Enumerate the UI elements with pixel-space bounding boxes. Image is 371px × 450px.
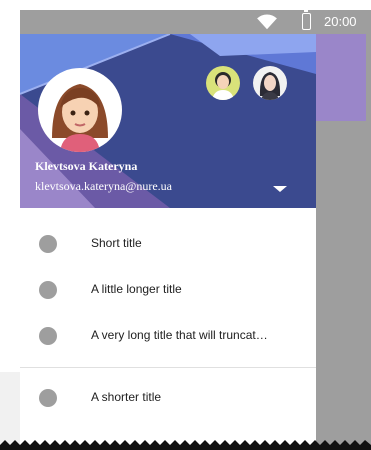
menu-item-short-title[interactable]: Short title	[20, 221, 316, 267]
circle-icon	[39, 281, 57, 299]
background-panel	[315, 34, 366, 121]
circle-icon	[39, 327, 57, 345]
user-email: klevtsova.kateryna@nure.ua	[35, 179, 172, 193]
menu-item-very-long-title[interactable]: A very long title that will truncat…	[20, 313, 316, 359]
user-name: Klevtsova Kateryna	[35, 159, 138, 173]
menu-divider	[20, 367, 316, 368]
account-avatar-1[interactable]	[206, 66, 240, 100]
circle-icon	[39, 235, 57, 253]
account-avatar-2[interactable]	[253, 66, 287, 100]
status-bar: 20:00	[20, 10, 371, 34]
left-margin	[0, 372, 20, 450]
navigation-drawer: Klevtsova Kateryna klevtsova.kateryna@nu…	[20, 34, 316, 450]
menu-item-label: A little longer title	[91, 282, 182, 296]
wifi-icon	[257, 14, 277, 30]
menu-item-label: Short title	[91, 236, 142, 250]
menu-item-little-longer-title[interactable]: A little longer title	[20, 267, 316, 313]
circle-icon	[39, 389, 57, 407]
drawer-header: Klevtsova Kateryna klevtsova.kateryna@nu…	[20, 34, 316, 208]
menu-item-label: A very long title that will truncat…	[91, 328, 268, 342]
arrow-drop-down-icon[interactable]	[273, 186, 287, 192]
device-screen: 20:00 Klevtsova Kateryna klevtsova.kater…	[20, 10, 371, 450]
torn-edge	[0, 440, 371, 450]
battery-icon	[302, 10, 311, 30]
status-time: 20:00	[324, 14, 357, 29]
menu-item-shorter-title[interactable]: A shorter title	[20, 375, 316, 421]
user-avatar[interactable]	[38, 68, 122, 152]
menu-item-label: A shorter title	[91, 390, 162, 404]
